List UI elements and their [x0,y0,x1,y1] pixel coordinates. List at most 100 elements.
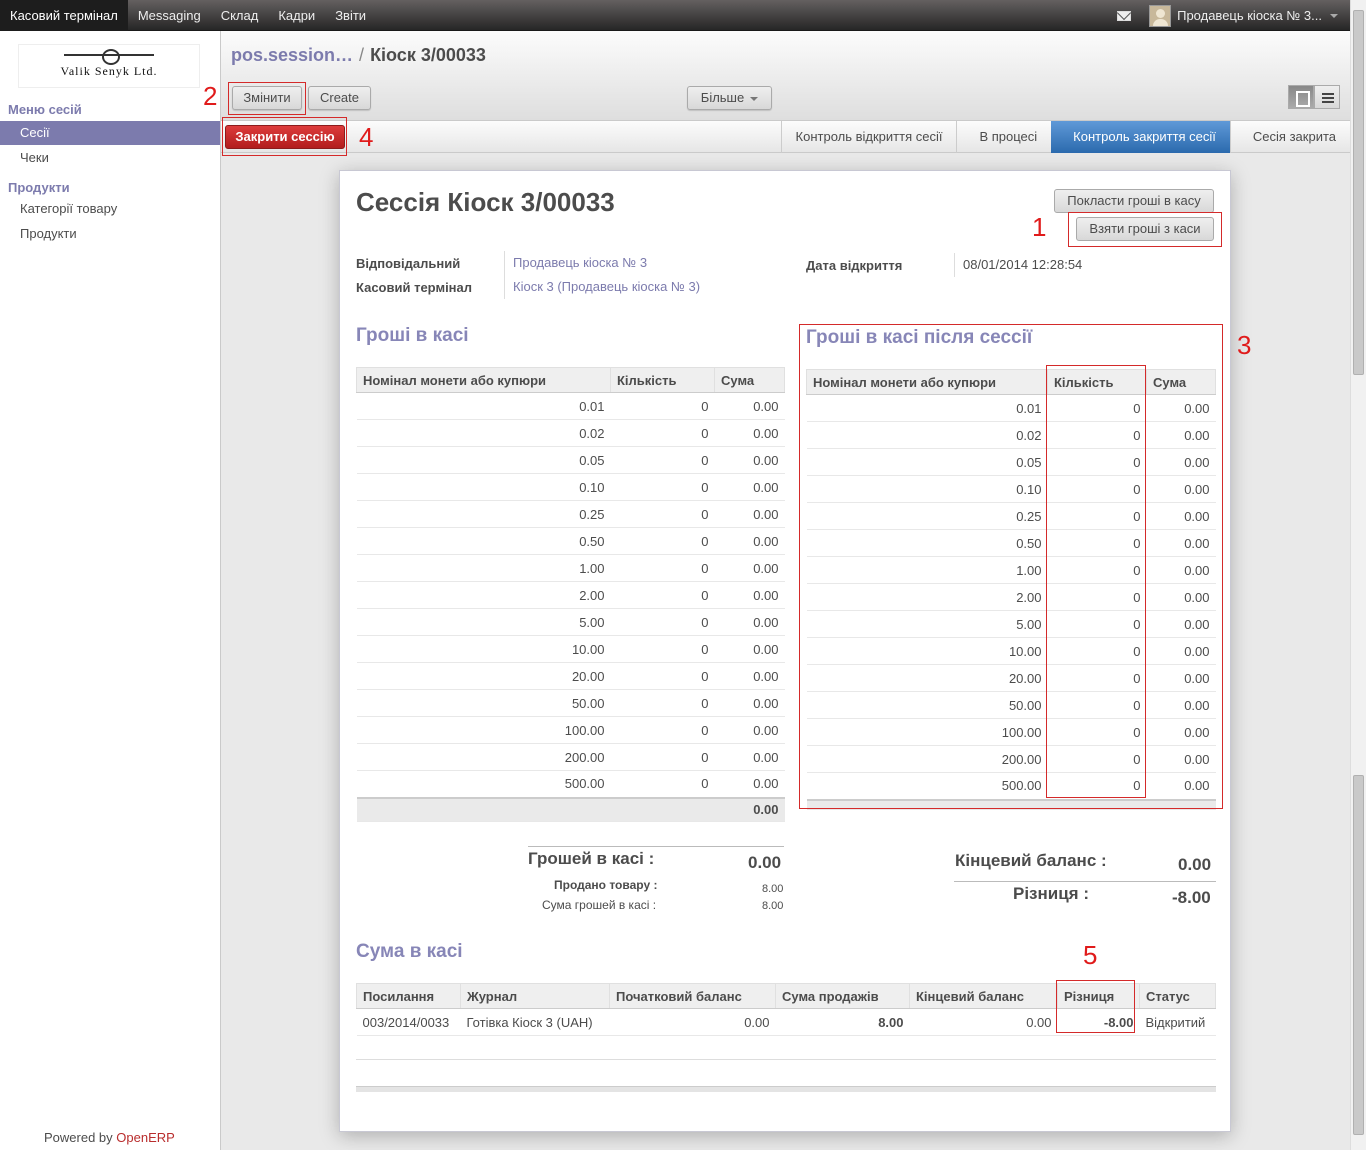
sidebar-item-sessions[interactable]: Сесії [0,121,220,145]
footer-empty [356,796,611,822]
end-balance-label: Кінцевий баланс : [955,851,1107,870]
diff-value: -8.00 [1172,888,1211,907]
footer-empty [610,796,715,822]
avatar[interactable] [1149,4,1172,27]
cell-quantity[interactable]: 0 [610,500,715,528]
form-view-icon[interactable] [1288,85,1314,109]
menu-messaging[interactable]: Messaging [128,0,211,31]
cell-quantity[interactable]: 0 [610,446,715,474]
cell-sum: 0.00 [714,392,785,420]
chevron-down-icon[interactable] [1330,13,1338,18]
summary-divider [528,846,784,847]
create-button[interactable]: Create [308,86,371,110]
col-sum[interactable]: Сума [714,367,785,393]
col-denomination[interactable]: Номінал монети або купюри [356,367,611,393]
sidebar-item-product-categories[interactable]: Категорії товару [0,197,220,221]
sidebar-item-products[interactable]: Продукти [0,222,220,246]
openerp-link[interactable]: OpenERP [116,1130,175,1145]
stage-closing-control[interactable]: Контроль закриття сесії [1051,121,1230,153]
pos-label: Касовий термінал [356,280,473,295]
cell-denomination: 0.25 [356,500,611,528]
money-in-cash-label: Грошей в касі : [528,849,655,868]
cell-quantity[interactable]: 0 [610,392,715,420]
scrollbar-thumb[interactable] [1353,10,1364,375]
cell-quantity[interactable]: 0 [610,716,715,744]
user-name[interactable]: Продавець кіоска № 3... [1177,8,1322,23]
cell-quantity[interactable]: 0 [610,527,715,555]
denomination-row[interactable]: 20.00 0 0.00 [356,662,785,690]
cell-sum: 0.00 [714,527,785,555]
cell-quantity[interactable]: 0 [610,635,715,663]
col-quantity[interactable]: Кількість [610,367,715,393]
stage-in-progress[interactable]: В процесі [956,121,1051,153]
denomination-row[interactable]: 50.00 0 0.00 [356,689,785,717]
denomination-row[interactable]: 0.02 0 0.00 [356,419,785,447]
company-logo[interactable]: Valik Senyk Ltd. [18,44,200,88]
annotation-number-3: 3 [1237,330,1252,360]
breadcrumb-separator: / [359,45,365,65]
denomination-row[interactable]: 1.00 0 0.00 [356,554,785,582]
annotation-box-3 [799,324,1223,809]
responsible-value[interactable]: Продавець кіоска № 3 [504,251,647,275]
cell-quantity[interactable]: 0 [610,419,715,447]
diff-label: Різниця : [1013,884,1089,903]
col-reference[interactable]: Посилання [356,983,461,1009]
chevron-down-icon [750,96,759,101]
denomination-row[interactable]: 2.00 0 0.00 [356,581,785,609]
col-end-balance[interactable]: Кінцевий баланс [909,983,1058,1009]
cell-sum: 0.00 [714,743,785,771]
stage-opening-control[interactable]: Контроль відкриття сесії [780,121,957,153]
table-divider [356,1059,1216,1060]
menu-hr[interactable]: Кадри [268,0,325,31]
denomination-row[interactable]: 0.25 0 0.00 [356,500,785,528]
cell-quantity[interactable]: 0 [610,770,715,798]
vertical-scrollbar[interactable] [1350,0,1366,1150]
denomination-row[interactable]: 0.50 0 0.00 [356,527,785,555]
menu-reports[interactable]: Звіти [325,0,376,31]
end-balance-value: 0.00 [1178,855,1212,874]
cell-quantity[interactable]: 0 [610,473,715,501]
cell-denomination: 0.10 [356,473,611,501]
annotation-number-5: 5 [1083,940,1098,970]
cell-quantity[interactable]: 0 [610,581,715,609]
cell-sum: 0.00 [714,419,785,447]
cell-sum: 0.00 [714,581,785,609]
list-view-icon[interactable] [1314,85,1340,109]
denomination-row[interactable]: 500.00 0 0.00 [356,770,785,798]
scrollbar-thumb-inner[interactable] [1353,775,1364,1135]
put-money-button[interactable]: Покласти гроші в касу [1054,189,1214,213]
top-menu: Касовий термінал Messaging Склад Кадри З… [0,0,376,31]
cell-quantity[interactable]: 0 [610,743,715,771]
denomination-row[interactable]: 0.10 0 0.00 [356,473,785,501]
cell-quantity[interactable]: 0 [610,689,715,717]
denomination-row[interactable]: 200.00 0 0.00 [356,743,785,771]
more-button[interactable]: Більше [687,86,772,110]
col-status[interactable]: Статус [1139,983,1216,1009]
open-date-value: 08/01/2014 12:28:54 [954,253,1082,277]
denomination-row[interactable]: 0.01 0 0.00 [356,392,785,420]
cell-quantity[interactable]: 0 [610,662,715,690]
table-footer-row: 0.00 [356,796,785,822]
stage-closed[interactable]: Сесія закрита [1229,121,1350,153]
menu-pos[interactable]: Касовий термінал [0,0,128,31]
col-start-balance[interactable]: Початковий баланс [609,983,776,1009]
denomination-row[interactable]: 100.00 0 0.00 [356,716,785,744]
breadcrumb-link[interactable]: pos.session… [231,45,353,65]
col-journal[interactable]: Журнал [460,983,610,1009]
denomination-row[interactable]: 5.00 0 0.00 [356,608,785,636]
cash-table: Номінал монети або купюри Кількість Сума… [356,367,785,822]
sidebar-item-receipts[interactable]: Чеки [0,146,220,170]
annotation-number-1: 1 [1032,212,1047,242]
cell-quantity[interactable]: 0 [610,554,715,582]
cell-quantity[interactable]: 0 [610,608,715,636]
denomination-row[interactable]: 10.00 0 0.00 [356,635,785,663]
cell-start-balance: 0.00 [609,1008,776,1036]
mail-icon[interactable] [1117,10,1132,21]
money-in-cash-value: 0.00 [748,853,782,872]
session-title: Сессія Кіоск 3/00033 [356,187,615,217]
powered-by: Powered by OpenERP [44,1130,175,1145]
menu-warehouse[interactable]: Склад [211,0,269,31]
denomination-row[interactable]: 0.05 0 0.00 [356,446,785,474]
col-sales-sum[interactable]: Сума продажів [775,983,910,1009]
pos-value[interactable]: Кіоск 3 (Продавець кіоска № 3) [504,275,700,299]
